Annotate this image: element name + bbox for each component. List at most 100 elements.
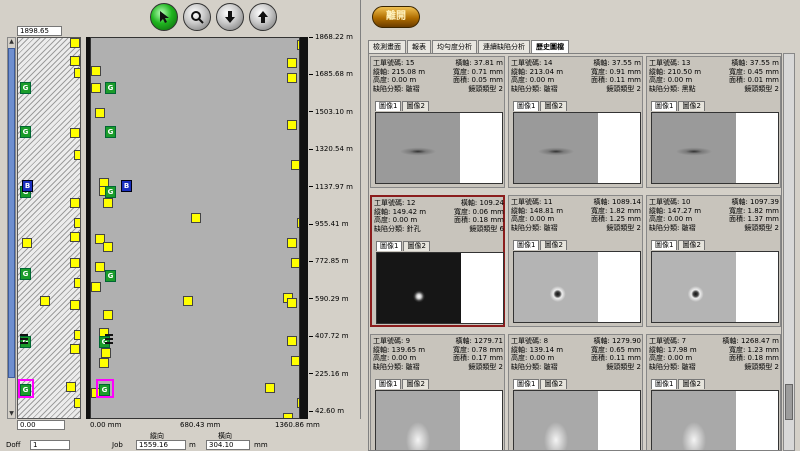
defect-marker[interactable] bbox=[291, 356, 299, 366]
defect-marker[interactable] bbox=[74, 68, 80, 78]
scroll-down-button[interactable] bbox=[216, 3, 244, 31]
image2-tab[interactable]: 圖像2 bbox=[540, 101, 567, 111]
image1-tab[interactable]: 圖像1 bbox=[376, 241, 403, 251]
image2-tab[interactable]: 圖像2 bbox=[678, 101, 705, 111]
defect-marker[interactable] bbox=[74, 398, 80, 408]
defect-marker[interactable] bbox=[74, 278, 80, 288]
defect-card[interactable]: 工單號碼: 8 橫軸: 1279.90 縱軸: 139.14 m 寬度: 0.65 m… bbox=[508, 334, 643, 450]
image2-tab[interactable]: 圖像2 bbox=[402, 101, 429, 111]
defect-card[interactable]: 工單號碼: 14 橫軸: 37.55 m 縱軸: 213.04 m 寬度: 0.91 … bbox=[508, 56, 643, 188]
exit-button[interactable]: 離開 bbox=[372, 6, 420, 28]
defect-marker-g[interactable]: G bbox=[20, 268, 31, 280]
defect-marker[interactable] bbox=[103, 310, 113, 320]
defect-image[interactable] bbox=[375, 390, 503, 450]
tab-uniformity[interactable]: 均勻度分析 bbox=[432, 40, 477, 53]
image1-tab[interactable]: 圖像1 bbox=[651, 240, 678, 250]
tab-report[interactable]: 報表 bbox=[407, 40, 431, 53]
image1-tab[interactable]: 圖像1 bbox=[513, 101, 540, 111]
defect-marker[interactable] bbox=[291, 258, 299, 268]
image1-tab[interactable]: 圖像1 bbox=[651, 379, 678, 389]
defect-marker[interactable] bbox=[74, 218, 80, 228]
defect-card[interactable]: 工單號碼: 7 橫軸: 1268.47 m 縱軸: 17.98 m 寬度: 1.23 … bbox=[646, 334, 781, 450]
defect-marker[interactable] bbox=[70, 344, 80, 354]
defect-marker[interactable] bbox=[70, 232, 80, 242]
defect-marker[interactable] bbox=[99, 358, 109, 368]
cursor-tool-button[interactable] bbox=[150, 3, 178, 31]
defect-marker-b[interactable]: B bbox=[121, 180, 132, 192]
defect-marker[interactable] bbox=[40, 296, 50, 306]
defect-marker[interactable] bbox=[183, 296, 193, 306]
image1-tab[interactable]: 圖像1 bbox=[375, 379, 402, 389]
defect-marker-g[interactable]: G bbox=[105, 126, 116, 138]
defect-marker[interactable] bbox=[70, 128, 80, 138]
image1-tab[interactable]: 圖像1 bbox=[375, 101, 402, 111]
defect-image[interactable] bbox=[376, 252, 504, 324]
defect-marker[interactable] bbox=[91, 83, 101, 93]
defect-marker[interactable] bbox=[70, 198, 80, 208]
tab-history-images[interactable]: 歷史圖檔 bbox=[531, 40, 569, 53]
defect-card[interactable]: 工單號碼: 13 橫軸: 37.55 m 縱軸: 210.50 m 寬度: 0.45 … bbox=[646, 56, 781, 188]
defect-image[interactable] bbox=[513, 390, 641, 450]
defect-marker[interactable] bbox=[287, 238, 297, 248]
defect-marker[interactable] bbox=[74, 150, 80, 160]
scrollbar-thumb[interactable] bbox=[8, 48, 15, 378]
defect-marker[interactable] bbox=[22, 238, 32, 248]
scroll-up-arrow-icon[interactable]: ▲ bbox=[8, 38, 15, 46]
defect-marker[interactable] bbox=[287, 336, 297, 346]
defect-marker-g[interactable]: G bbox=[20, 126, 31, 138]
scroll-up-button[interactable] bbox=[249, 3, 277, 31]
defect-marker[interactable] bbox=[74, 330, 80, 340]
defect-marker[interactable] bbox=[70, 38, 80, 48]
defect-marker[interactable] bbox=[66, 382, 76, 392]
defect-card[interactable]: 工單號碼: 9 橫軸: 1279.71 縱軸: 139.65 m 寬度: 0.78 m… bbox=[370, 334, 505, 450]
overview-strip[interactable]: GGGGGGB bbox=[17, 37, 81, 419]
image2-tab[interactable]: 圖像2 bbox=[678, 240, 705, 250]
defect-marker[interactable] bbox=[265, 383, 275, 393]
defect-marker[interactable] bbox=[287, 58, 297, 68]
defect-marker-g[interactable]: G bbox=[105, 270, 116, 282]
image2-tab[interactable]: 圖像2 bbox=[540, 240, 567, 250]
defect-card[interactable]: 工單號碼: 11 橫軸: 1089.14 縱軸: 148.81 m 寬度: 1.82 … bbox=[508, 195, 643, 327]
defect-marker[interactable] bbox=[70, 56, 80, 66]
defect-card[interactable]: 工單號碼: 12 橫軸: 109.24 縱軸: 149.42 m 寬度: 0.06 m… bbox=[370, 195, 505, 327]
defect-marker[interactable] bbox=[91, 282, 101, 292]
defect-marker[interactable] bbox=[101, 348, 111, 358]
image1-tab[interactable]: 圖像1 bbox=[513, 240, 540, 250]
defect-marker[interactable] bbox=[103, 242, 113, 252]
defect-marker[interactable] bbox=[287, 73, 297, 83]
zoom-button[interactable] bbox=[183, 3, 211, 31]
scroll-down-arrow-icon[interactable]: ▼ bbox=[8, 410, 15, 418]
defect-marker[interactable] bbox=[95, 262, 105, 272]
defect-image[interactable] bbox=[651, 251, 779, 323]
defect-image[interactable] bbox=[513, 251, 641, 323]
defect-marker-g[interactable]: G bbox=[105, 82, 116, 94]
image2-tab[interactable]: 圖像2 bbox=[678, 379, 705, 389]
overview-scrollbar[interactable]: ▲ ▼ bbox=[7, 37, 16, 419]
defect-marker[interactable] bbox=[70, 300, 80, 310]
defect-marker[interactable] bbox=[287, 120, 297, 130]
defect-marker[interactable] bbox=[70, 258, 80, 268]
defect-marker-g[interactable]: G bbox=[20, 82, 31, 94]
scrollbar-thumb[interactable] bbox=[785, 384, 793, 420]
defect-marker[interactable] bbox=[103, 198, 113, 208]
tab-inspection[interactable]: 檢測畫面 bbox=[368, 40, 406, 53]
image2-tab[interactable]: 圖像2 bbox=[403, 241, 430, 251]
defect-map-plot[interactable]: GGGGGGB bbox=[90, 37, 300, 419]
image2-tab[interactable]: 圖像2 bbox=[402, 379, 429, 389]
defect-marker-g[interactable]: G bbox=[105, 186, 116, 198]
defect-image[interactable] bbox=[513, 112, 641, 184]
defect-marker-b[interactable]: B bbox=[22, 180, 33, 192]
defect-image[interactable] bbox=[651, 390, 779, 450]
defect-card[interactable]: 工單號碼: 10 橫軸: 1097.39 縱軸: 147.27 m 寬度: 1.82 … bbox=[646, 195, 781, 327]
defect-image[interactable] bbox=[651, 112, 779, 184]
defect-card[interactable]: 工單號碼: 15 橫軸: 37.81 m 縱軸: 215.08 m 寬度: 0.71 … bbox=[370, 56, 505, 188]
defect-marker[interactable] bbox=[191, 213, 201, 223]
defect-marker[interactable] bbox=[95, 108, 105, 118]
defect-marker[interactable] bbox=[287, 298, 297, 308]
defect-marker[interactable] bbox=[291, 160, 299, 170]
image2-tab[interactable]: 圖像2 bbox=[540, 379, 567, 389]
defect-image[interactable] bbox=[375, 112, 503, 184]
image1-tab[interactable]: 圖像1 bbox=[513, 379, 540, 389]
card-scrollbar[interactable] bbox=[783, 53, 795, 451]
image1-tab[interactable]: 圖像1 bbox=[651, 101, 678, 111]
